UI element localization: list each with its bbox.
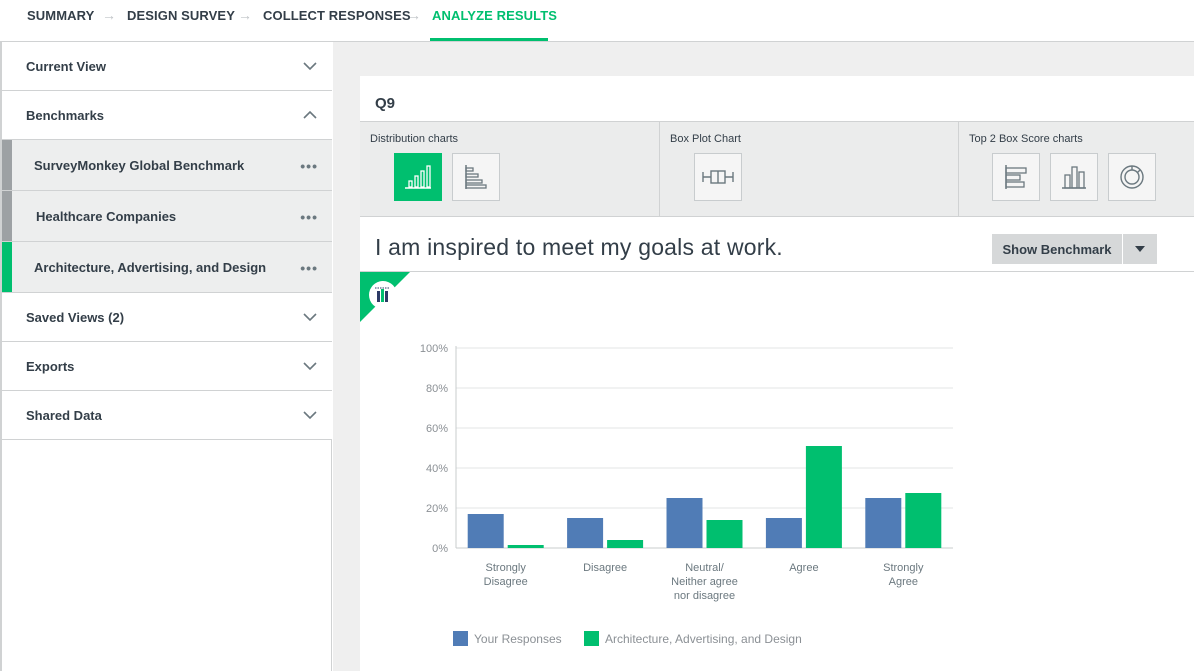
benchmark-item-global[interactable]: SurveyMonkey Global Benchmark •••: [2, 140, 332, 191]
bar-your-responses: [666, 498, 703, 548]
y-tick-label: 20%: [426, 503, 448, 515]
stacked-vertical-bar-icon: [1062, 166, 1086, 189]
bar-your-responses: [865, 498, 902, 548]
box-plot-icon: [702, 170, 734, 184]
legend-swatch: [584, 631, 599, 646]
group-title: Distribution charts: [370, 133, 459, 145]
y-tick-label: 80%: [426, 383, 448, 395]
arrow-right-icon: →: [407, 7, 421, 23]
chart-type-toolbar: Distribution charts Box Plot Chart Top 2…: [360, 121, 1194, 217]
bar-benchmark: [905, 493, 942, 548]
top2-vertical-bar-button[interactable]: [1050, 153, 1098, 201]
legend-item-your-responses: Your Responses: [453, 631, 562, 646]
donut-chart-icon: [1120, 165, 1144, 189]
sidebar-item-label: Exports: [26, 359, 75, 374]
main-content: Q9 Distribution charts Box Plot Chart To…: [333, 42, 1194, 671]
sidebar-benchmarks[interactable]: Benchmarks: [2, 91, 332, 140]
box-plot-group: Box Plot Chart: [660, 122, 959, 216]
bar-benchmark: [607, 540, 644, 548]
top2-donut-button[interactable]: [1108, 153, 1156, 201]
chevron-up-icon: [303, 110, 317, 119]
y-tick-label: 100%: [420, 343, 448, 355]
x-tick-label: Disagree: [484, 576, 528, 588]
bar-benchmark: [706, 520, 743, 548]
arrow-right-icon: →: [102, 7, 116, 23]
sidebar-saved-views[interactable]: Saved Views (2): [2, 293, 332, 342]
sidebar: Current View Benchmarks SurveyMonkey Glo…: [0, 42, 332, 671]
legend-label: Your Responses: [474, 631, 562, 646]
nav-step-analyze-results[interactable]: ANALYZE RESULTS: [432, 8, 557, 23]
sidebar-exports[interactable]: Exports: [2, 342, 332, 391]
benchmark-label: Architecture, Advertising, and Design: [34, 260, 267, 275]
y-tick-label: 60%: [426, 423, 448, 435]
benchmark-label: Healthcare Companies: [36, 209, 177, 224]
show-benchmark-button[interactable]: Show Benchmark: [992, 234, 1122, 264]
sidebar-item-label: Saved Views (2): [26, 310, 125, 325]
chevron-down-icon: [303, 362, 317, 371]
bar-your-responses: [567, 518, 604, 548]
nav-step-collect-responses[interactable]: COLLECT RESPONSES: [263, 8, 411, 23]
x-tick-label: Agree: [889, 576, 918, 588]
nav-step-summary[interactable]: SUMMARY: [27, 8, 94, 23]
top-2-box-group: Top 2 Box Score charts: [959, 122, 1194, 216]
chevron-down-icon: [303, 411, 317, 420]
benchmark-item-healthcare[interactable]: Healthcare Companies •••: [2, 191, 332, 242]
bar-benchmark: [805, 446, 842, 548]
vertical-bar-chart-icon: [405, 165, 431, 189]
question-number: Q9: [375, 95, 396, 112]
bar-chart: 100% 80% 60% 40% 20% 0% Strongly Disagree Disagr…: [420, 343, 953, 602]
x-tick-label: Strongly: [883, 562, 924, 574]
top-navigation: SUMMARY → DESIGN SURVEY → COLLECT RESPON…: [0, 0, 1194, 42]
y-tick-label: 40%: [426, 463, 448, 475]
y-tick-label: 0%: [432, 543, 448, 555]
x-tick-label: Neutral/: [685, 562, 724, 574]
sidebar-current-view[interactable]: Current View: [2, 42, 332, 91]
horizontal-bar-chart-button[interactable]: [452, 153, 500, 201]
benchmark-item-architecture[interactable]: Architecture, Advertising, and Design ••…: [2, 242, 332, 293]
bar-benchmark: [507, 545, 544, 548]
bar-your-responses: [765, 518, 802, 548]
benchmark-color-bar: [2, 242, 12, 292]
sidebar-item-label: Current View: [26, 59, 106, 74]
sidebar-item-label: Benchmarks: [26, 108, 105, 123]
benchmark-dropdown-button[interactable]: [1123, 234, 1157, 264]
sidebar-item-label: Shared Data: [26, 408, 102, 423]
chevron-down-icon: [303, 313, 317, 322]
benchmark-label: SurveyMonkey Global Benchmark: [34, 158, 245, 173]
x-tick-label: Agree: [789, 562, 818, 574]
legend-label: Architecture, Advertising, and Design: [605, 631, 802, 646]
bar-your-responses: [467, 514, 504, 548]
group-title: Box Plot Chart: [670, 133, 741, 145]
legend-swatch: [453, 631, 468, 646]
question-title: I am inspired to meet my goals at work.: [375, 234, 783, 260]
horizontal-bar-chart-icon: [465, 165, 487, 189]
chevron-down-icon: [303, 62, 317, 71]
x-tick-label: Strongly: [486, 562, 527, 574]
x-tick-label: nor disagree: [674, 590, 735, 602]
x-tick-label: Disagree: [583, 562, 627, 574]
benchmark-color-bar: [2, 140, 12, 190]
active-step-underline: [430, 38, 548, 41]
more-options-icon[interactable]: •••: [300, 209, 318, 225]
vertical-bar-chart-button[interactable]: [394, 153, 442, 201]
benchmark-corner-badge: [360, 272, 410, 322]
more-options-icon[interactable]: •••: [300, 260, 318, 276]
distribution-charts-group: Distribution charts: [360, 122, 660, 216]
top2-horizontal-bar-button[interactable]: [992, 153, 1040, 201]
group-title: Top 2 Box Score charts: [969, 133, 1083, 145]
box-plot-chart-button[interactable]: [694, 153, 742, 201]
benchmark-color-bar: [2, 191, 12, 241]
more-options-icon[interactable]: •••: [300, 158, 318, 174]
sidebar-shared-data[interactable]: Shared Data: [2, 391, 332, 440]
divider: [360, 271, 1194, 272]
arrow-right-icon: →: [238, 7, 252, 23]
stacked-horizontal-bar-icon: [1005, 165, 1027, 189]
nav-step-design-survey[interactable]: DESIGN SURVEY: [127, 8, 235, 23]
legend-item-architecture: Architecture, Advertising, and Design: [584, 631, 802, 646]
caret-down-icon: [1135, 246, 1145, 252]
x-tick-label: Neither agree: [671, 576, 738, 588]
question-card: Q9 Distribution charts Box Plot Chart To…: [360, 76, 1194, 671]
benchmark-icon: [377, 291, 380, 302]
